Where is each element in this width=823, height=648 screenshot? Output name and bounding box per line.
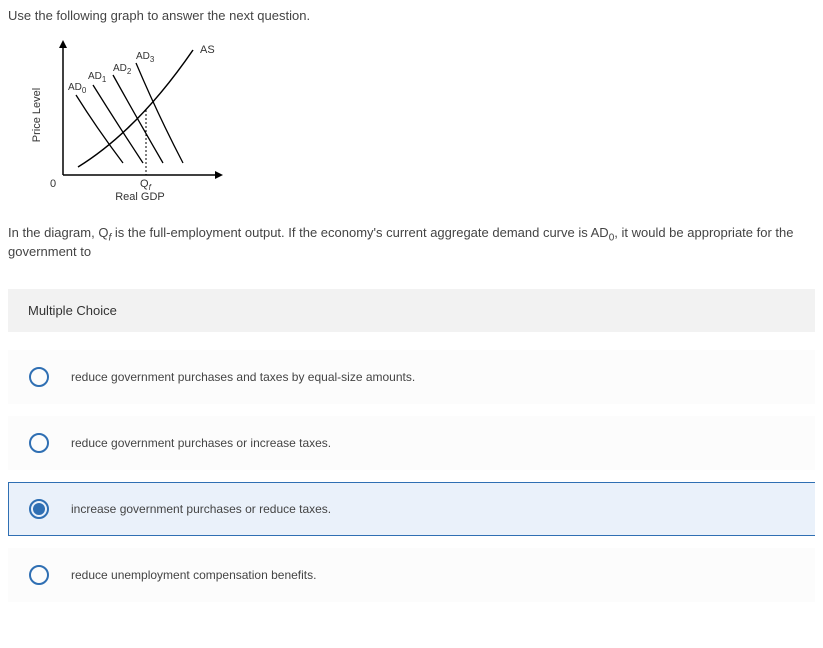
option-text: reduce government purchases and taxes by… — [71, 370, 415, 384]
option-text: increase government purchases or reduce … — [71, 502, 331, 516]
option-4[interactable]: reduce unemployment compensation benefit… — [8, 548, 815, 602]
origin-label: 0 — [50, 178, 56, 190]
as-label: AS — [200, 44, 215, 56]
svg-text:AD1: AD1 — [88, 71, 107, 84]
ad-as-graph: Price Level 0 Real GDP AS AD0 AD1 AD2 AD… — [28, 35, 228, 205]
option-3[interactable]: increase government purchases or reduce … — [8, 482, 815, 536]
option-2[interactable]: reduce government purchases or increase … — [8, 416, 815, 470]
svg-text:AD0: AD0 — [68, 82, 87, 95]
radio-icon — [29, 433, 49, 453]
question-text: In the diagram, Qf is the full-employmen… — [8, 225, 815, 259]
option-1[interactable]: reduce government purchases and taxes by… — [8, 350, 815, 404]
radio-icon — [29, 565, 49, 585]
svg-text:Qf: Qf — [140, 178, 152, 192]
svg-text:AD2: AD2 — [113, 63, 132, 76]
multiple-choice-header: Multiple Choice — [8, 289, 815, 332]
radio-icon — [29, 499, 49, 519]
y-axis-label: Price Level — [31, 88, 43, 142]
x-axis-label: Real GDP — [115, 191, 165, 203]
instruction-text: Use the following graph to answer the ne… — [8, 8, 815, 23]
svg-text:AD3: AD3 — [136, 51, 155, 64]
option-text: reduce government purchases or increase … — [71, 436, 331, 450]
option-text: reduce unemployment compensation benefit… — [71, 568, 316, 582]
radio-icon — [29, 367, 49, 387]
